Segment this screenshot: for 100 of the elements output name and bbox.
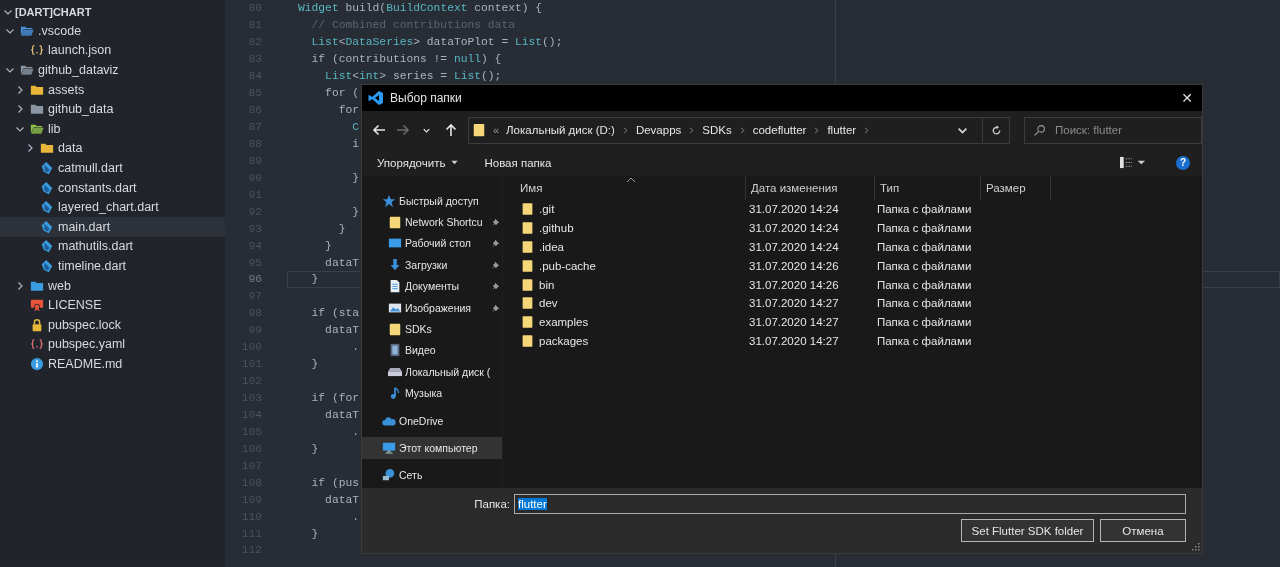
nav-item[interactable]: Рабочий стол — [362, 232, 502, 255]
nav-item[interactable]: Музыка — [362, 382, 502, 404]
new-folder-button[interactable]: Новая папка — [475, 153, 558, 172]
nav-item[interactable]: Сеть — [362, 464, 502, 487]
nav-item[interactable]: SDKs — [362, 318, 502, 340]
tree-item[interactable]: timeline.dart — [0, 256, 225, 276]
cancel-button[interactable]: Отмена — [1100, 519, 1186, 542]
tree-item[interactable]: pubspec.lock — [0, 314, 225, 335]
breadcrumb[interactable]: flutter — [827, 124, 857, 136]
tree-item[interactable]: github_dataviz — [0, 60, 225, 80]
tree-item[interactable]: LICENSE — [0, 295, 225, 315]
column-header[interactable]: Имя — [503, 176, 746, 200]
folder-icon — [521, 258, 534, 273]
modified-date: 31.07.2020 14:24 — [748, 241, 840, 253]
file-row[interactable]: .pub-cache 31.07.2020 14:26 Папка с файлами — [517, 256, 977, 276]
file-row[interactable]: packages 31.07.2020 14:27 Папка с файлами — [517, 331, 977, 351]
file-row[interactable]: bin 31.07.2020 14:26 Папка с файлами — [517, 275, 977, 294]
nav-item[interactable]: Изображения — [362, 296, 502, 319]
computer-icon — [382, 441, 396, 455]
tree-item[interactable]: mathutils.dart — [0, 236, 225, 257]
column-header[interactable]: Дата изменения — [746, 176, 875, 200]
folder-label: Папка: — [473, 498, 511, 510]
file-row[interactable]: examples 31.07.2020 14:27 Папка с файлами — [517, 312, 977, 332]
nav-item[interactable]: Загрузки — [362, 254, 502, 276]
left-arrow-icon — [371, 122, 387, 138]
tree-item[interactable]: assets — [0, 79, 225, 100]
chevron-right-icon — [863, 126, 871, 134]
folder-icon — [521, 221, 534, 236]
search-icon — [1033, 123, 1046, 137]
open-folder-icon — [20, 63, 34, 77]
tree-item[interactable]: pubspec.yaml — [0, 334, 225, 355]
chevron-right-icon — [15, 280, 25, 291]
file-name: examples — [539, 316, 589, 329]
breadcrumb[interactable]: Devapps — [635, 124, 682, 136]
file-row[interactable]: .idea 31.07.2020 14:24 Папка с файлами — [517, 237, 977, 257]
modified-date: 31.07.2020 14:27 — [748, 297, 840, 310]
workspace-title[interactable]: [DART]CHART — [15, 6, 92, 18]
tree-item[interactable]: layered_chart.dart — [0, 197, 225, 217]
chevron-right-icon — [15, 104, 25, 115]
code-line: . — [351, 341, 359, 354]
lock-icon — [30, 317, 44, 332]
code-line: } — [351, 171, 359, 184]
tree-item[interactable]: .vscode — [0, 21, 225, 41]
confirm-button[interactable]: Set Flutter SDK folder — [961, 519, 1094, 542]
nav-item[interactable]: Быстрый доступ — [362, 190, 502, 212]
star-icon — [382, 193, 396, 208]
file-row[interactable]: .github 31.07.2020 14:24 Папка с файлами — [517, 218, 977, 238]
dart-file-icon — [40, 239, 54, 254]
breadcrumb[interactable]: SDKs — [702, 124, 732, 136]
nav-item[interactable]: Этот компьютер — [362, 437, 502, 459]
file-name: .github — [539, 222, 574, 235]
nav-item[interactable]: OneDrive — [362, 409, 502, 432]
breadcrumb[interactable]: codeflutter — [752, 124, 807, 136]
refresh-icon[interactable] — [990, 123, 1003, 137]
app-logo-icon — [368, 90, 384, 106]
tree-item[interactable]: README.md — [0, 354, 225, 374]
file-row[interactable]: .git 31.07.2020 14:24 Папка с файлами — [517, 200, 977, 219]
tree-item[interactable]: main.dart — [0, 216, 225, 237]
modified-date: 31.07.2020 14:24 — [748, 222, 840, 235]
search-field[interactable]: Поиск: flutter — [1024, 116, 1202, 144]
code-line: if (contributions != null) { — [310, 53, 502, 66]
tree-item[interactable]: constants.dart — [0, 177, 225, 198]
folder-icon — [388, 215, 402, 230]
file-row[interactable]: dev 31.07.2020 14:27 Папка с файлами — [517, 294, 977, 313]
file-name: .git — [539, 203, 555, 216]
overflow-marker[interactable]: « — [492, 124, 500, 136]
column-header[interactable]: Тип — [875, 176, 981, 200]
folder-name-field[interactable]: flutter — [514, 494, 1186, 514]
folder-icon — [388, 322, 402, 337]
tree-item[interactable]: catmull.dart — [0, 158, 225, 178]
code-line: for — [337, 104, 359, 117]
music-note-icon — [388, 386, 402, 401]
nav-item[interactable]: Документы — [362, 275, 502, 297]
tree-item[interactable]: launch.json — [0, 40, 225, 61]
close-button[interactable]: ✕ — [1172, 85, 1202, 111]
code-line: . — [351, 425, 359, 438]
code-line: // Combined contributions data — [310, 19, 515, 32]
code-line: C — [351, 121, 359, 134]
pin-icon — [492, 260, 500, 269]
file-name: dev — [539, 297, 558, 310]
address-bar[interactable]: « Локальный диск (D:) Devapps SDKs codeflutter flutter — [467, 116, 1010, 144]
tree-item[interactable]: lib — [0, 118, 225, 139]
nav-item[interactable]: Network Shortcu — [362, 211, 502, 233]
file-type: Папка с файлами — [875, 316, 973, 329]
code-line: if (pus — [310, 476, 359, 489]
nav-item[interactable]: Видео — [362, 339, 502, 362]
tree-item[interactable]: data — [0, 138, 225, 159]
resize-grip-icon[interactable] — [1192, 543, 1200, 551]
code-line: Widget build(BuildContext context) { — [298, 2, 543, 15]
download-arrow-icon — [388, 257, 402, 272]
folder-icon — [521, 296, 534, 311]
nav-item[interactable]: Локальный диск ( — [362, 361, 502, 383]
dialog-title: Выбор папки — [390, 91, 462, 105]
breadcrumb[interactable]: Локальный диск (D:) — [506, 124, 615, 136]
column-header[interactable]: Размер — [981, 176, 1051, 200]
help-button[interactable]: ? — [1176, 155, 1190, 170]
organize-menu-button[interactable]: Упорядочить — [368, 153, 466, 172]
tree-item[interactable]: web — [0, 275, 225, 296]
tree-item[interactable]: github_data — [0, 99, 225, 119]
folder-icon — [521, 315, 534, 330]
